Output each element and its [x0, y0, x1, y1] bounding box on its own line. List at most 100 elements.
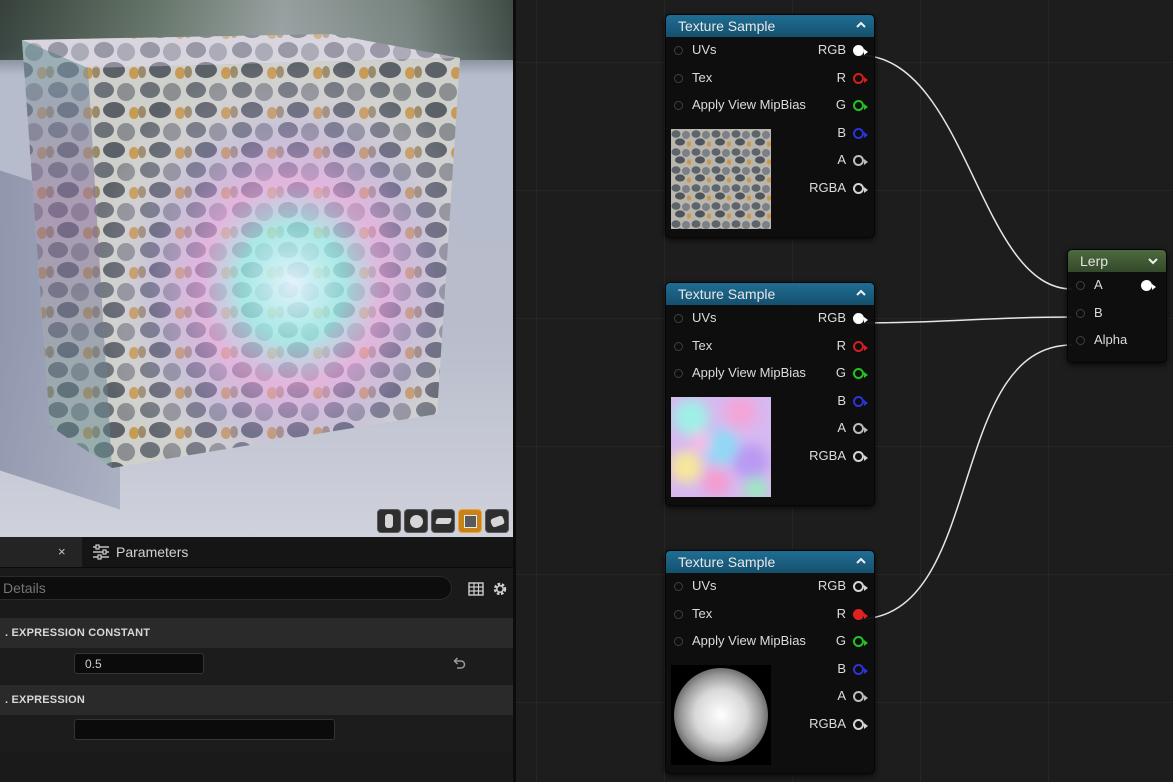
sliders-icon — [93, 544, 109, 560]
plane-icon — [434, 518, 452, 524]
chevron-up-icon[interactable] — [854, 286, 868, 300]
input-pin-mipbias[interactable] — [674, 369, 683, 378]
output-label-rgba: RGBA — [809, 179, 846, 195]
output-pin-g[interactable] — [853, 636, 868, 647]
details-search-input[interactable] — [0, 576, 452, 600]
pin-row-uvs: UVs RGB — [666, 37, 874, 65]
input-pin-uvs[interactable] — [674, 46, 683, 55]
input-label-uvs: UVs — [692, 578, 717, 593]
tab-details[interactable]: × — [0, 537, 82, 567]
sphere-preview-button[interactable] — [404, 509, 428, 533]
input-label-tex: Tex — [692, 605, 713, 621]
input-label-uvs: UVs — [692, 42, 717, 57]
input-pin-alpha[interactable] — [1076, 336, 1085, 345]
output-pin-b[interactable] — [853, 127, 868, 139]
plane-preview-button[interactable] — [431, 509, 455, 533]
lerp-node[interactable]: Lerp A B Alpha — [1067, 249, 1167, 363]
input-pin-b[interactable] — [1076, 308, 1085, 318]
chevron-up-icon[interactable] — [854, 18, 868, 32]
output-pin-rgba[interactable] — [853, 718, 868, 730]
pin-row-mipbias: Apply View MipBias G — [666, 360, 874, 388]
output-label-rgba: RGBA — [809, 715, 846, 731]
output-label-rgb: RGB — [817, 310, 846, 325]
input-label-tex: Tex — [692, 69, 713, 85]
texture-sample-node-1[interactable]: Texture Sample UVs RGB Tex R Apply View … — [665, 14, 875, 238]
pin-row-mipbias: Apply View MipBias G — [666, 92, 874, 120]
output-pin-a[interactable] — [853, 691, 868, 702]
output-pin-rgba[interactable] — [853, 450, 868, 462]
texture-sample-node-3[interactable]: Texture Sample UVs RGB Tex R Apply View … — [665, 550, 875, 774]
wire-rgb-to-b — [857, 316, 1073, 324]
output-pin-rgb[interactable] — [853, 313, 868, 324]
constant-value-input[interactable] — [74, 653, 204, 674]
input-pin-uvs[interactable] — [674, 582, 683, 591]
output-label-rgba: RGBA — [809, 447, 846, 463]
material-preview-viewport[interactable] — [0, 0, 513, 537]
output-pin-a[interactable] — [853, 155, 868, 166]
node-header[interactable]: Texture Sample — [666, 15, 874, 37]
tab-parameters-label: Parameters — [116, 544, 189, 560]
output-pin-rgb[interactable] — [853, 45, 868, 56]
section-header-expression[interactable]: . EXPRESSION — [0, 685, 513, 715]
node-header[interactable]: Lerp — [1068, 250, 1166, 272]
pin-row-b: B — [1068, 300, 1166, 328]
output-pin-rgba[interactable] — [853, 182, 868, 194]
output-pin-a[interactable] — [853, 423, 868, 434]
expression-value-input[interactable] — [74, 719, 335, 740]
output-pin-g[interactable] — [853, 368, 868, 379]
material-graph-canvas[interactable]: Texture Sample UVs RGB Tex R Apply View … — [516, 0, 1173, 782]
pin-row-tex: Tex R — [666, 601, 874, 629]
cylinder-preview-button[interactable] — [377, 509, 401, 533]
details-search-row — [0, 572, 513, 606]
sphere-icon — [409, 514, 423, 528]
section-header-expression-constant[interactable]: . EXPRESSION CONSTANT — [0, 618, 513, 648]
property-row-expression — [0, 715, 513, 751]
input-label-alpha: Alpha — [1094, 332, 1128, 347]
input-pin-mipbias[interactable] — [674, 637, 683, 646]
node-header[interactable]: Texture Sample — [666, 283, 874, 305]
node-header[interactable]: Texture Sample — [666, 551, 874, 573]
chevron-up-icon[interactable] — [854, 554, 868, 568]
input-pin-tex[interactable] — [674, 609, 683, 619]
node-title: Texture Sample — [678, 18, 776, 34]
input-label-a: A — [1094, 277, 1103, 292]
output-label-g: G — [835, 365, 846, 380]
output-label-a: A — [837, 420, 846, 435]
output-label-r: R — [836, 337, 846, 353]
tab-parameters[interactable]: Parameters — [92, 544, 188, 560]
input-pin-mipbias[interactable] — [674, 101, 683, 110]
table-view-icon[interactable] — [467, 580, 485, 598]
input-pin-tex[interactable] — [674, 73, 683, 83]
output-label-r: R — [836, 69, 846, 85]
section-title: . EXPRESSION CONSTANT — [5, 627, 151, 639]
output-pin-r[interactable] — [853, 340, 868, 352]
output-pin-r[interactable] — [853, 608, 868, 620]
texture-preview-radial-mask — [671, 665, 771, 765]
wire-r-to-alpha — [857, 344, 1073, 620]
output-pin-r[interactable] — [853, 72, 868, 84]
output-pin-g[interactable] — [853, 100, 868, 111]
custom-mesh-preview-button[interactable] — [485, 509, 509, 533]
output-label-rgb: RGB — [817, 42, 846, 57]
tab-close-icon[interactable]: × — [58, 544, 66, 559]
input-pin-a[interactable] — [1076, 281, 1085, 290]
output-pin-result[interactable] — [1141, 280, 1156, 291]
output-label-b: B — [837, 660, 846, 676]
pin-row-uvs: UVs RGB — [666, 573, 874, 601]
input-pin-uvs[interactable] — [674, 314, 683, 323]
output-label-a: A — [837, 152, 846, 167]
pin-row-mipbias: Apply View MipBias G — [666, 628, 874, 656]
gear-icon[interactable] — [491, 580, 509, 598]
pin-row-a: A — [1068, 272, 1166, 300]
texture-preview-rainbow-noise — [671, 397, 771, 497]
chevron-down-icon[interactable] — [1146, 254, 1160, 268]
cylinder-icon — [385, 514, 393, 528]
output-label-g: G — [835, 97, 846, 112]
output-pin-b[interactable] — [853, 395, 868, 407]
texture-sample-node-2[interactable]: Texture Sample UVs RGB Tex R Apply View … — [665, 282, 875, 506]
input-pin-tex[interactable] — [674, 341, 683, 351]
cube-preview-button[interactable] — [458, 509, 482, 533]
output-pin-rgb[interactable] — [853, 581, 868, 592]
output-pin-b[interactable] — [853, 663, 868, 675]
reset-to-default-icon[interactable] — [452, 656, 466, 670]
